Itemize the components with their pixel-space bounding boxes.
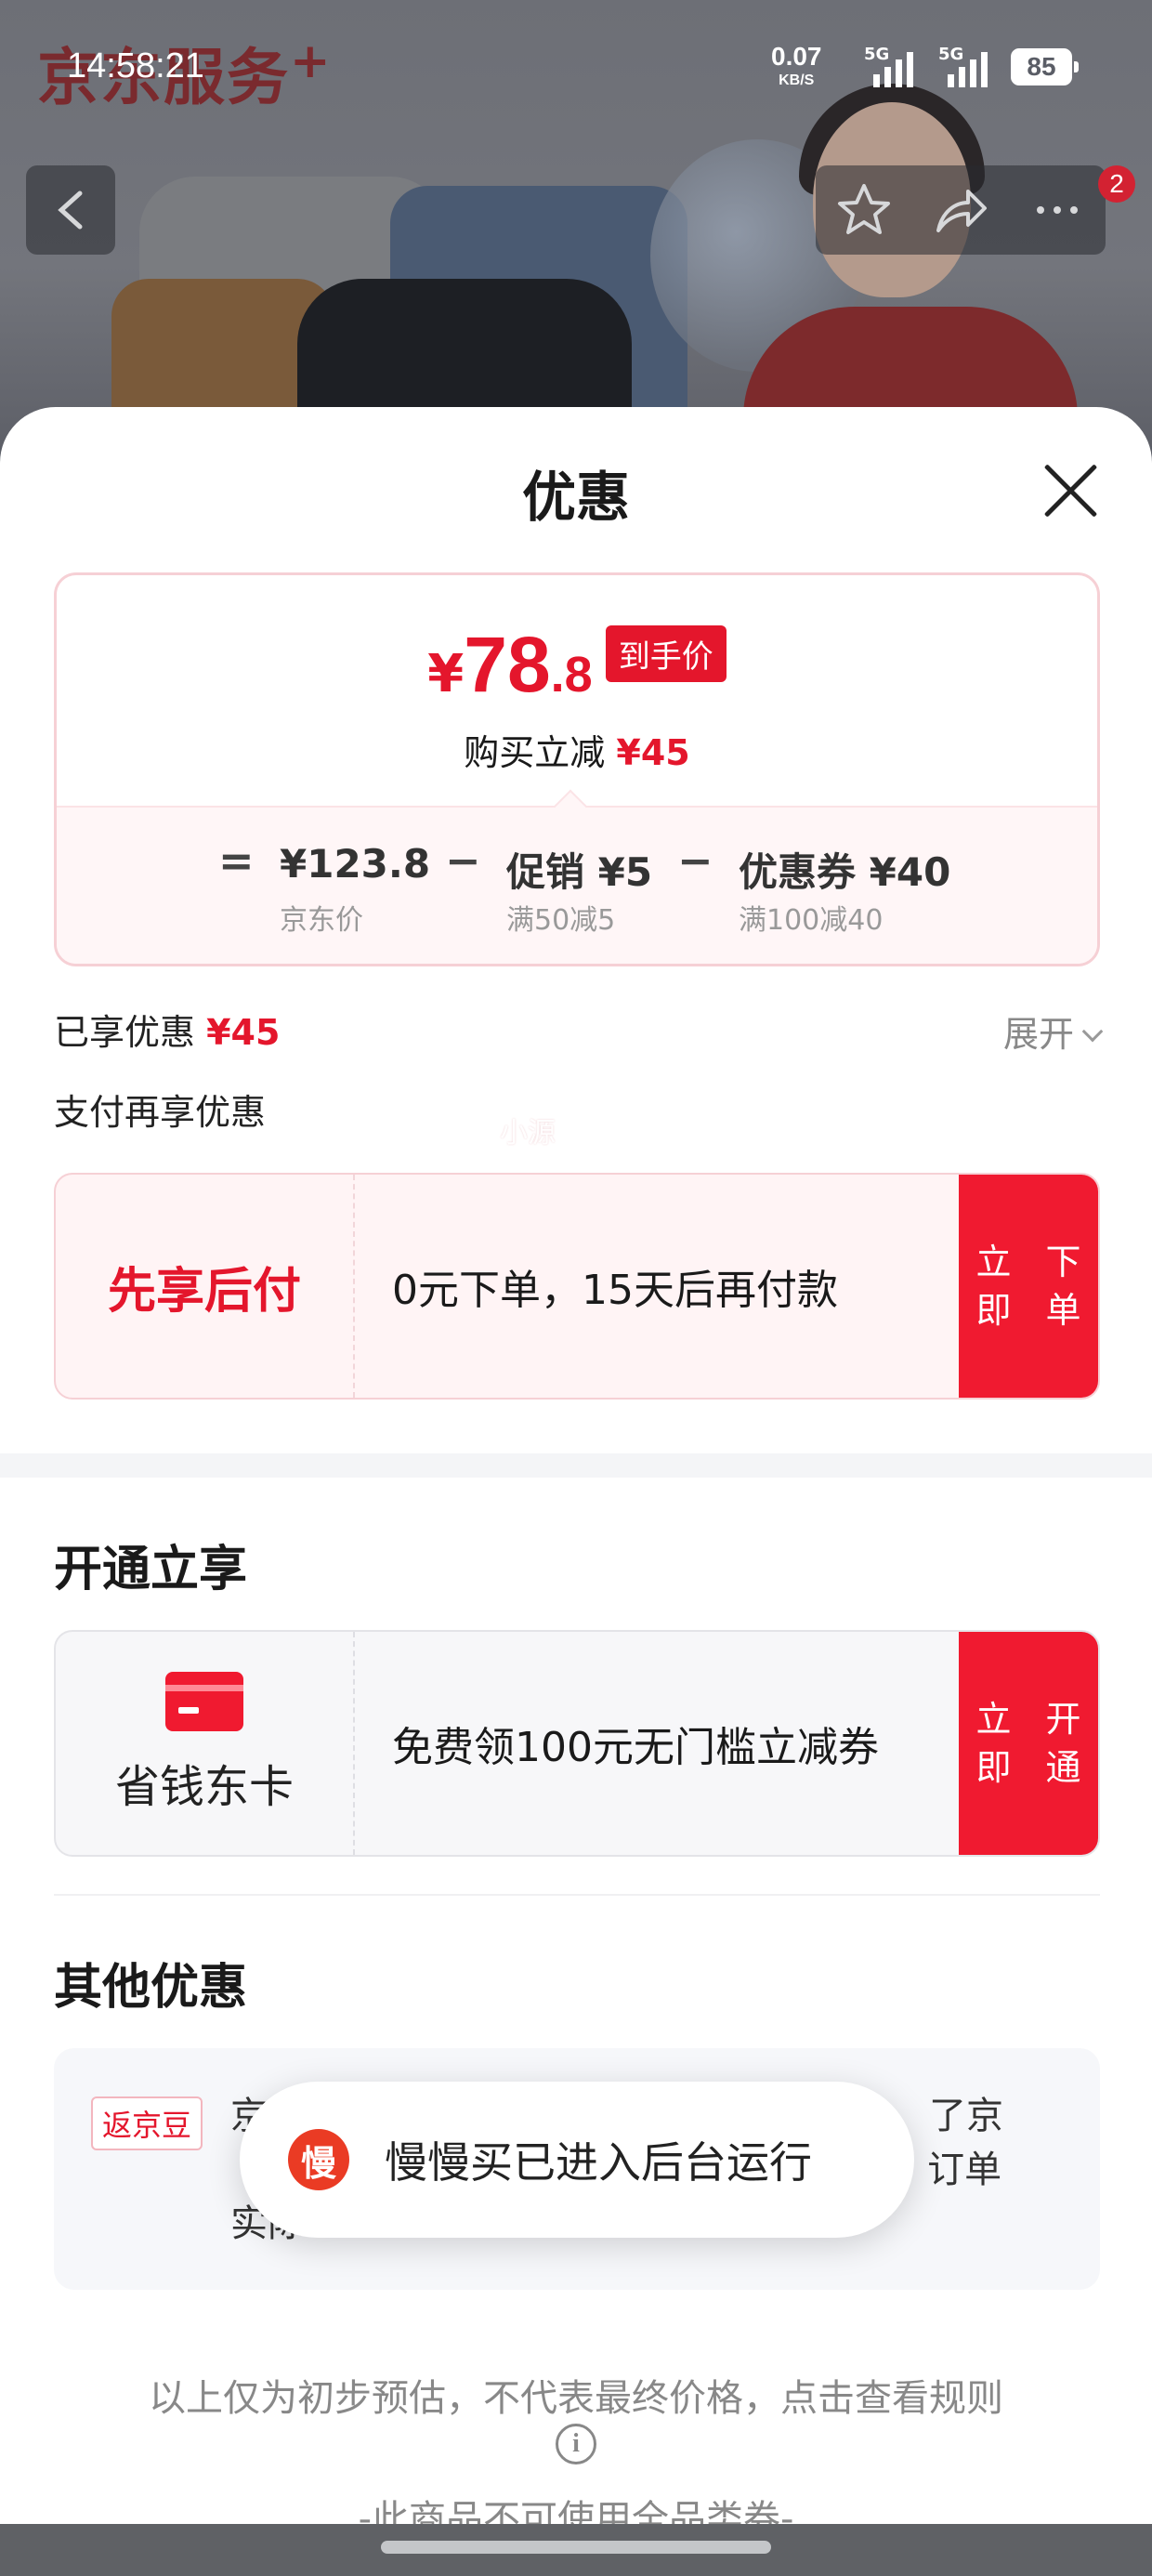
savings-card-offer[interactable]: 省钱东卡 免费领100元无门槛立减券 立即 开通 [54, 1630, 1100, 1857]
status-bar: 14:58:21 0.07 KB/S 5G 5G 85 [0, 37, 1152, 102]
promo-rule: 满50减5 [506, 904, 616, 937]
share-icon[interactable] [931, 180, 990, 240]
instant-discount: 购买立减 ¥45 [464, 732, 690, 773]
jd-price-label: 京东价 [280, 904, 363, 937]
app-icon: 慢 [288, 2129, 349, 2190]
pay-section-label: 支付再享优惠 [54, 1092, 267, 1133]
header-action-group [816, 165, 1106, 255]
network-speed: 0.07 KB/S [771, 42, 822, 89]
chevron-down-icon [1081, 1020, 1104, 1043]
other-section-title: 其他优惠 [54, 1960, 248, 2016]
final-price-tag: 到手价 [605, 625, 727, 682]
section-divider [0, 1453, 1152, 1478]
sim2-signal-icon [948, 50, 988, 87]
card-icon [165, 1672, 243, 1731]
watermark: 小源 [500, 1117, 556, 1150]
promo-amount: 促销 ¥5 [506, 849, 653, 895]
activate-now-button[interactable]: 立即 开通 [959, 1632, 1098, 1855]
pay-later-title: 先享后付 [107, 1263, 301, 1320]
toast-message: 慢慢买已进入后台运行 [385, 2137, 812, 2188]
star-icon[interactable] [834, 180, 894, 240]
sim1-signal-icon [873, 50, 913, 87]
discount-sheet: 优惠 ¥78.8 到手价 购买立减 ¥45 = ¥123.8 京东价 − 促销 ¥… [0, 407, 1152, 2576]
jd-bean-tag: 返京豆 [91, 2096, 203, 2150]
cart-badge: 2 [1098, 165, 1135, 203]
home-indicator[interactable] [381, 2541, 771, 2554]
formula-equals: = [218, 835, 255, 886]
price-breakdown-card: ¥78.8 到手价 购买立减 ¥45 = ¥123.8 京东价 − 促销 ¥5 满… [54, 572, 1100, 966]
back-icon [58, 191, 83, 230]
formula-minus: − [677, 835, 713, 886]
final-price: ¥78.8 到手价 [57, 620, 1097, 710]
price-disclaimer[interactable]: 以上仅为初步预估，不代表最终价格，点击查看规则 [0, 2368, 1152, 2422]
open-section-title: 开通立享 [54, 1542, 248, 1597]
background-toast: 慢 慢慢买已进入后台运行 [240, 2082, 914, 2238]
formula-minus: − [445, 835, 481, 886]
savings-card-desc: 免费领100元无门槛立减券 [392, 1724, 879, 1771]
pay-later-title-area: 先享后付 [56, 1175, 355, 1398]
jd-price: ¥123.8 [280, 841, 431, 887]
pay-later-offer[interactable]: 先享后付 0元下单，15天后再付款 立即 下单 [54, 1173, 1100, 1400]
status-time: 14:58:21 [67, 46, 204, 85]
battery-icon: 85 [1011, 48, 1079, 85]
order-now-button[interactable]: 立即 下单 [959, 1175, 1098, 1398]
enjoyed-discount: 已享优惠 ¥45 [54, 1012, 281, 1053]
price-formula: = ¥123.8 京东价 − 促销 ¥5 满50减5 − 优惠券 ¥40 满10… [57, 789, 1097, 964]
sheet-title: 优惠 [521, 466, 630, 529]
savings-card-label: 省钱东卡 [114, 1761, 294, 1813]
divider-line [54, 1894, 1100, 1896]
info-icon[interactable]: i [556, 2424, 596, 2464]
savings-card-area: 省钱东卡 [56, 1632, 355, 1855]
pay-later-desc: 0元下单，15天后再付款 [392, 1267, 838, 1314]
more-icon[interactable] [1028, 180, 1087, 240]
expand-toggle[interactable]: 展开 [1003, 1005, 1104, 1057]
coupon-amount: 优惠券 ¥40 [739, 849, 951, 895]
back-button[interactable] [26, 165, 115, 255]
coupon-rule: 满100减40 [739, 904, 884, 937]
close-icon[interactable] [1041, 461, 1100, 520]
